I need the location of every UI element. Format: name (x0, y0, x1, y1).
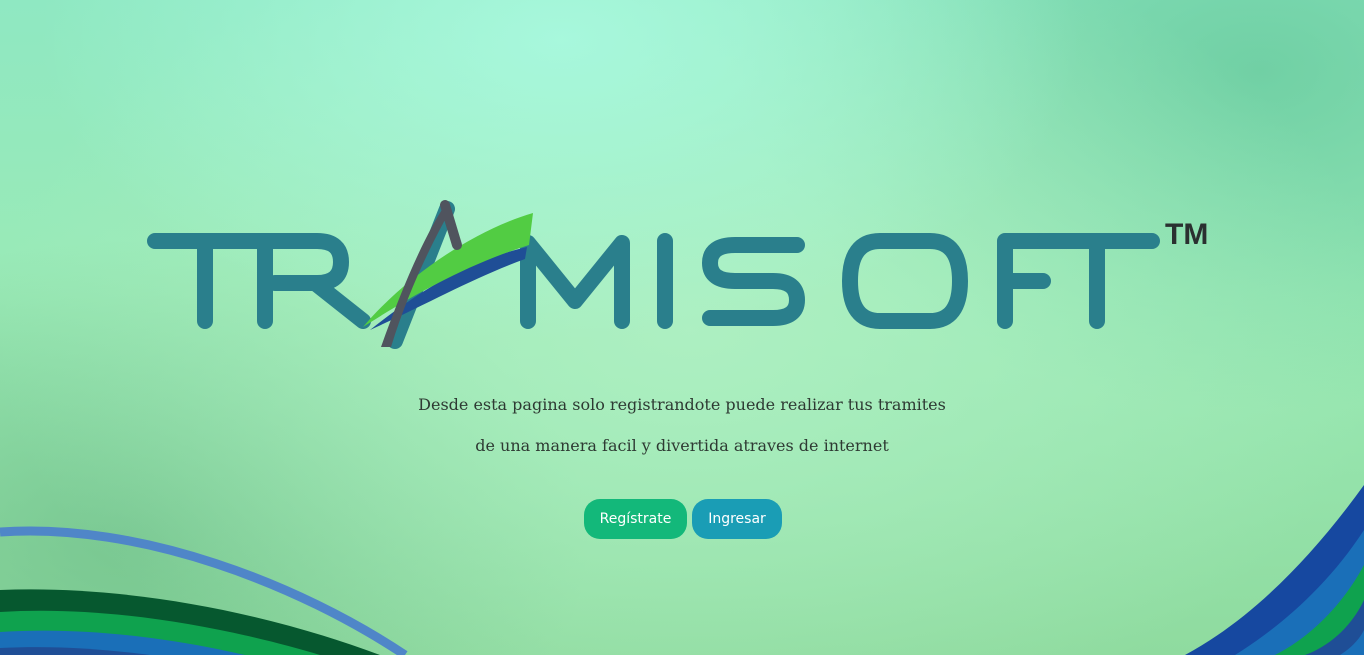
login-button[interactable]: Ingresar (692, 499, 782, 539)
hero-line-2: de una manera facil y divertida atraves … (475, 436, 889, 455)
hero-line-1: Desde esta pagina solo registrandote pue… (418, 395, 946, 414)
register-button[interactable]: Regístrate (584, 499, 687, 539)
trademark-mark: TM (1165, 218, 1208, 251)
tramisoft-logo: TM (147, 200, 1208, 349)
action-buttons: Regístrate Ingresar (584, 499, 782, 539)
